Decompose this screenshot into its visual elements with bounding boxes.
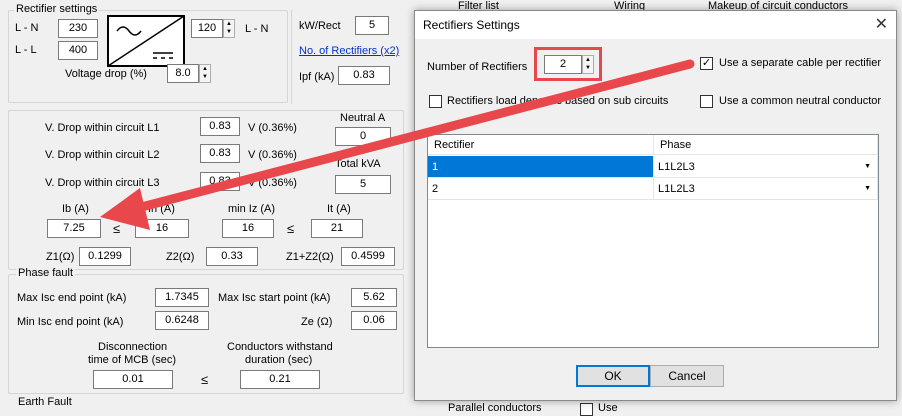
annotation-arrow-icon (100, 59, 695, 230)
